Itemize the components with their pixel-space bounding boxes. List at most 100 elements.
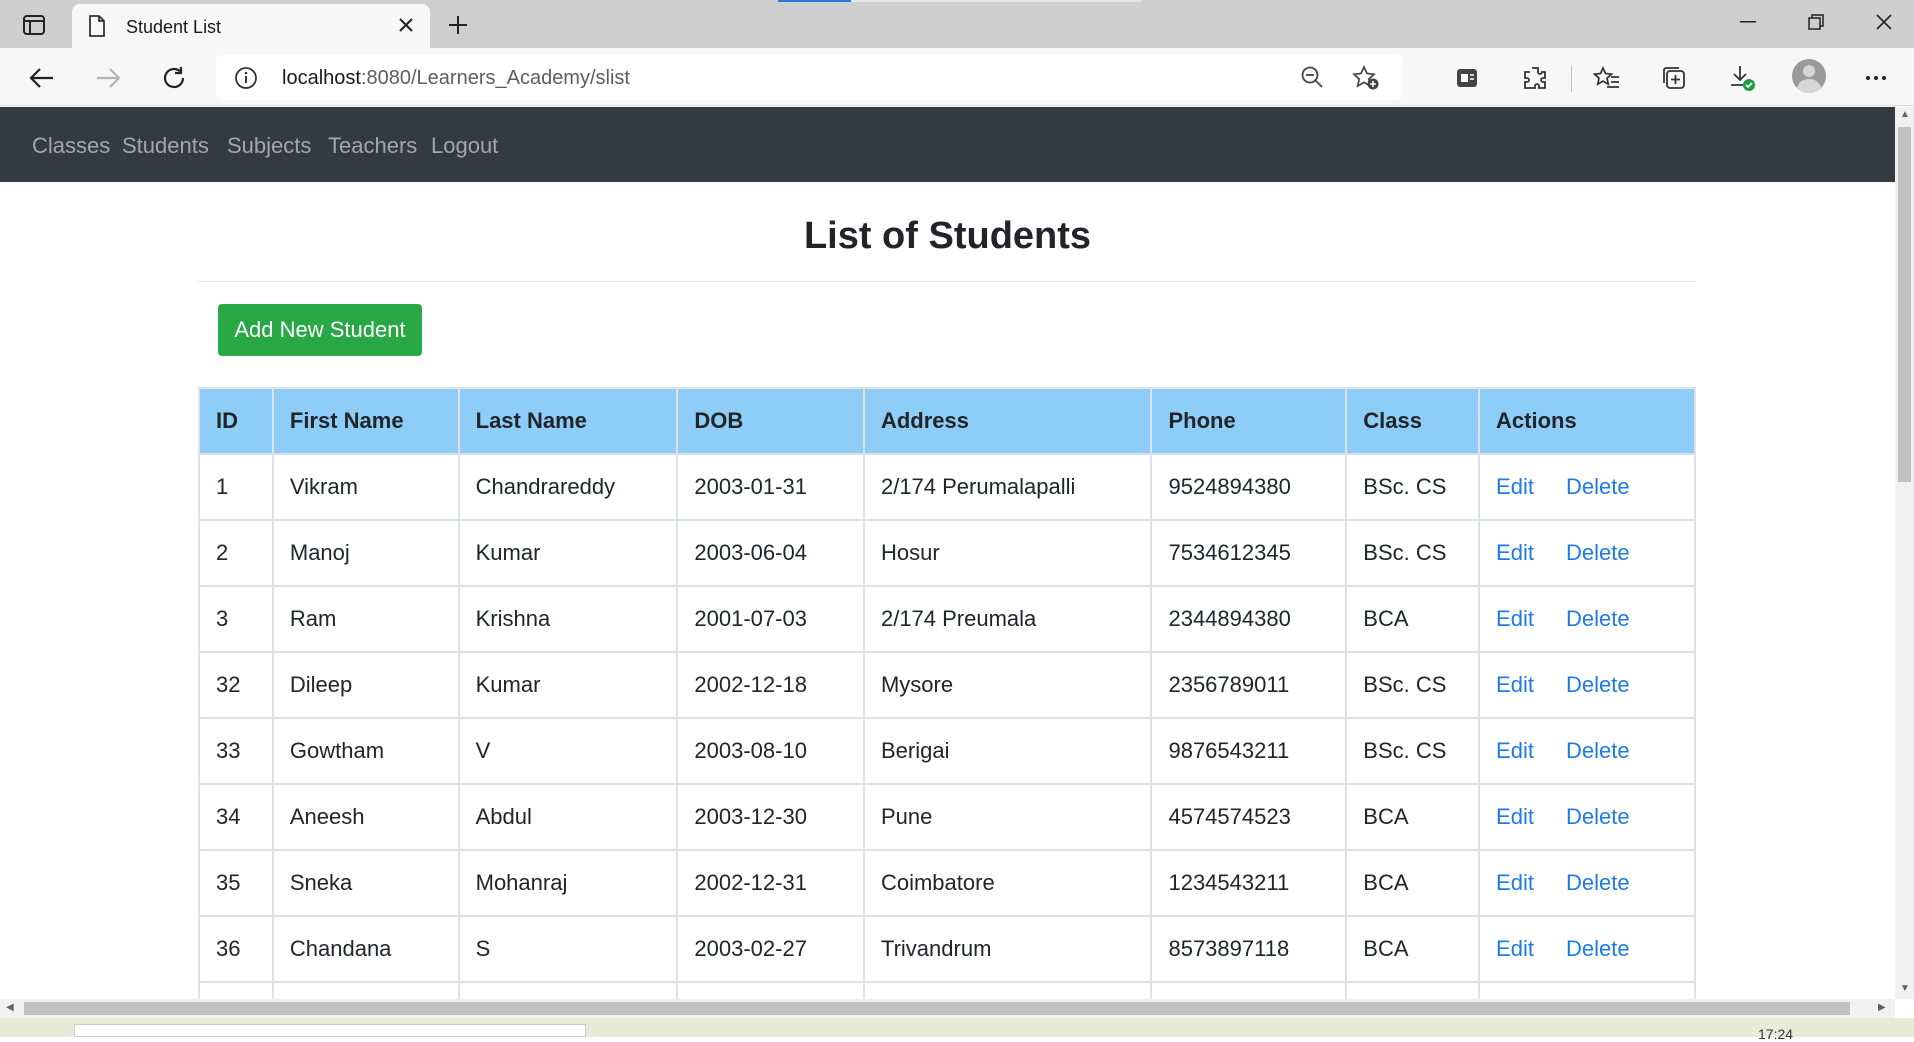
scroll-down-icon[interactable]: ▼: [1900, 983, 1910, 994]
cell-id: 35: [198, 849, 274, 917]
cell-first-name: Dileep: [271, 651, 460, 719]
collections-icon[interactable]: [1656, 60, 1692, 96]
close-tab-icon[interactable]: [396, 15, 416, 40]
taskbar-search-box[interactable]: [74, 1024, 586, 1037]
cell-actions: Edit Delete: [1478, 915, 1696, 983]
cell-dob: 2002-12-31: [676, 849, 865, 917]
cell-phone: 9524894380: [1150, 453, 1348, 521]
url-host: localhost: [282, 67, 361, 89]
toolbar-separator: [1571, 66, 1572, 92]
nav-link-teachers[interactable]: Teachers: [328, 133, 417, 159]
cell-last-name: Mohanraj: [457, 849, 679, 917]
close-window-icon[interactable]: [1854, 0, 1914, 44]
page-viewport: Classes Students Subjects Teachers Logou…: [0, 107, 1895, 999]
extensions-icon[interactable]: [1517, 60, 1553, 96]
delete-link[interactable]: Delete: [1566, 738, 1630, 763]
downloads-icon[interactable]: [1724, 60, 1760, 96]
cell-dob: 2002-12-18: [676, 651, 865, 719]
refresh-icon[interactable]: [156, 60, 192, 96]
restore-icon[interactable]: [1786, 0, 1846, 44]
cell-class: BSc. CS: [1345, 453, 1481, 521]
nav-link-logout[interactable]: Logout: [431, 133, 498, 159]
horizontal-scroll-thumb[interactable]: [24, 1002, 1850, 1015]
minimize-icon[interactable]: [1718, 0, 1778, 44]
tab-actions-icon[interactable]: [16, 10, 52, 40]
scroll-up-icon[interactable]: ▲: [1900, 109, 1910, 120]
cell-address: Pune: [862, 783, 1153, 851]
horizontal-scrollbar[interactable]: ◀ ▶: [0, 999, 1895, 1018]
cell-empty: [457, 981, 679, 999]
delete-link[interactable]: Delete: [1566, 804, 1630, 829]
title-divider: [198, 281, 1696, 282]
delete-link[interactable]: Delete: [1566, 936, 1630, 961]
cell-dob: 2003-01-31: [676, 453, 865, 521]
cell-empty: [198, 981, 274, 999]
cell-phone: 8573897118: [1150, 915, 1348, 983]
vertical-scroll-thumb[interactable]: [1898, 127, 1911, 482]
edit-link[interactable]: Edit: [1496, 870, 1534, 895]
edit-link[interactable]: Edit: [1496, 540, 1534, 565]
browser-toolbar: localhost:8080/Learners_Academy/slist: [0, 48, 1914, 106]
favorites-icon[interactable]: [1589, 60, 1625, 96]
cell-phone: 1234543211: [1150, 849, 1348, 917]
cell-last-name: Kumar: [457, 651, 679, 719]
edit-link[interactable]: Edit: [1496, 606, 1534, 631]
table-header-row: ID First Name Last Name DOB Address Phon…: [198, 387, 1696, 455]
delete-link[interactable]: Delete: [1566, 672, 1630, 697]
header-actions: Actions: [1478, 387, 1696, 455]
nav-link-students[interactable]: Students: [122, 133, 209, 159]
cell-class: BSc. CS: [1345, 519, 1481, 587]
edit-link[interactable]: Edit: [1496, 474, 1534, 499]
add-new-student-button[interactable]: Add New Student: [218, 304, 422, 356]
table-row: 35 Sneka Mohanraj 2002-12-31 Coimbatore 12345…: [198, 849, 1696, 917]
delete-link[interactable]: Delete: [1566, 474, 1630, 499]
tab-title: Student List: [126, 17, 222, 37]
nav-link-classes[interactable]: Classes: [32, 133, 110, 159]
cell-first-name: Aneesh: [271, 783, 460, 851]
zoom-out-icon[interactable]: [1300, 65, 1324, 94]
reader-view-icon[interactable]: [1450, 60, 1486, 96]
url-text: localhost:8080/Learners_Academy/slist: [282, 67, 630, 90]
browser-tab-bar: Student List: [0, 0, 1914, 48]
cell-empty: [1150, 981, 1348, 999]
cell-id: 32: [198, 651, 274, 719]
new-tab-icon[interactable]: [442, 9, 474, 41]
cell-actions: Edit Delete: [1478, 783, 1696, 851]
forward-icon[interactable]: [90, 60, 126, 96]
edit-link[interactable]: Edit: [1496, 804, 1534, 829]
os-taskbar: 17:24: [0, 1018, 1914, 1042]
edit-link[interactable]: Edit: [1496, 672, 1534, 697]
delete-link[interactable]: Delete: [1566, 870, 1630, 895]
browser-tab[interactable]: Student List: [72, 4, 430, 48]
more-options-icon[interactable]: [1858, 60, 1894, 96]
delete-link[interactable]: Delete: [1566, 606, 1630, 631]
profile-avatar[interactable]: [1792, 59, 1826, 93]
delete-link[interactable]: Delete: [1566, 540, 1630, 565]
cell-actions: Edit Delete: [1478, 849, 1696, 917]
table-row: 34 Aneesh Abdul 2003-12-30 Pune 4574574523 BCA…: [198, 783, 1696, 851]
header-address: Address: [862, 387, 1153, 455]
cell-id: 36: [198, 915, 274, 983]
cell-class: BCA: [1345, 783, 1481, 851]
edit-link[interactable]: Edit: [1496, 936, 1534, 961]
cell-id: 3: [198, 585, 274, 653]
address-bar[interactable]: localhost:8080/Learners_Academy/slist: [216, 55, 1402, 100]
nav-link-subjects[interactable]: Subjects: [227, 133, 311, 159]
cell-last-name: Chandrareddy: [457, 453, 679, 521]
loading-indicator: [778, 0, 851, 2]
scroll-left-icon[interactable]: ◀: [6, 1002, 14, 1013]
site-info-icon[interactable]: [234, 66, 258, 95]
back-icon[interactable]: [24, 60, 60, 96]
table-row: 32 Dileep Kumar 2002-12-18 Mysore 2356789011 B…: [198, 651, 1696, 719]
cell-phone: 7534612345: [1150, 519, 1348, 587]
cell-empty: [862, 981, 1153, 999]
vertical-scrollbar[interactable]: ▲ ▼: [1895, 107, 1914, 999]
cell-address: Hosur: [862, 519, 1153, 587]
edit-link[interactable]: Edit: [1496, 738, 1534, 763]
cell-address: 2/174 Perumalapalli: [862, 453, 1153, 521]
header-id: ID: [198, 387, 274, 455]
add-favorite-icon[interactable]: [1352, 64, 1380, 96]
loading-track: [851, 0, 1141, 2]
scroll-right-icon[interactable]: ▶: [1878, 1002, 1886, 1013]
page-icon: [88, 15, 106, 42]
